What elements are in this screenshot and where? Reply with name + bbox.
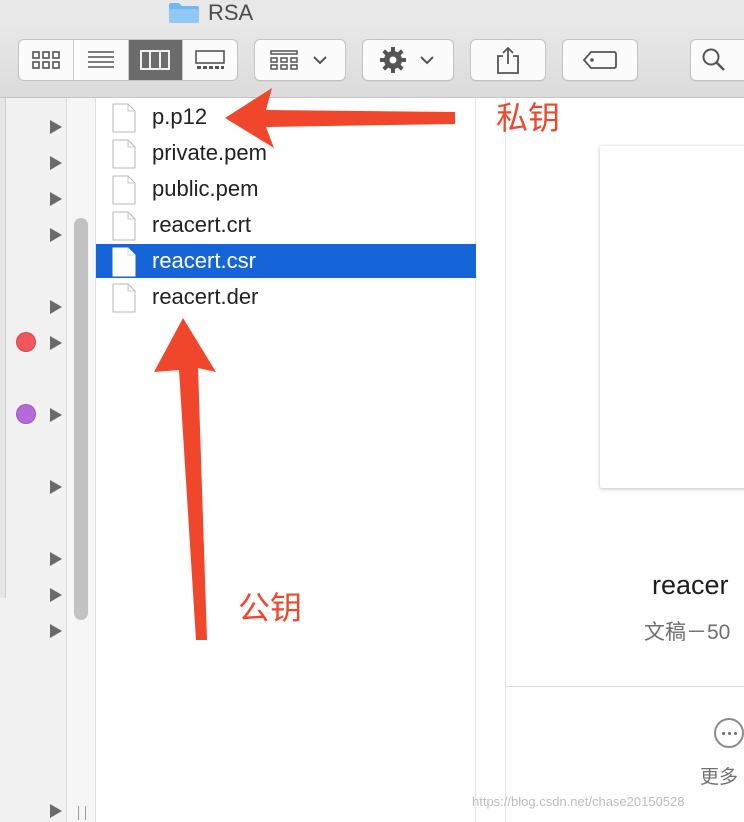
view-mode-segmented-control	[18, 39, 238, 81]
sidebar-tag-item[interactable]	[0, 396, 67, 432]
column-view-button[interactable]	[128, 40, 184, 80]
disclosure-triangle-icon[interactable]	[50, 588, 62, 602]
chevron-down-icon	[313, 56, 327, 65]
file-row[interactable]: reacert.crt	[96, 208, 476, 242]
scrollbar-thumb[interactable]	[74, 218, 88, 620]
disclosure-triangle-icon[interactable]	[50, 804, 62, 818]
icon-view-button[interactable]	[19, 40, 74, 80]
red-tag-dot-icon	[16, 332, 36, 352]
sidebar-item[interactable]	[0, 612, 67, 648]
sidebar-item[interactable]	[0, 144, 67, 180]
disclosure-triangle-icon[interactable]	[50, 480, 62, 494]
column-gap	[476, 98, 506, 822]
chevron-down-icon	[420, 56, 434, 65]
preview-file-kind: 文稿－50	[644, 621, 731, 644]
search-field[interactable]	[690, 39, 744, 81]
file-name: private.pem	[152, 140, 267, 165]
file-name: reacert.csr	[152, 248, 256, 273]
file-row[interactable]: public.pem	[96, 172, 476, 206]
share-icon	[497, 46, 519, 74]
disclosure-triangle-icon[interactable]	[50, 156, 62, 170]
private-key-annotation: 私钥	[496, 99, 561, 137]
search-icon	[702, 48, 725, 71]
gallery-icon	[195, 50, 225, 69]
file-row[interactable]: p.p12	[96, 100, 476, 134]
more-icon[interactable]	[714, 718, 744, 748]
disclosure-triangle-icon[interactable]	[50, 228, 62, 242]
disclosure-triangle-icon[interactable]	[50, 408, 62, 422]
document-icon	[112, 175, 136, 205]
gear-icon	[380, 47, 406, 73]
gallery-view-button[interactable]	[183, 40, 237, 80]
group-grid-icon	[270, 50, 298, 70]
edit-tags-button[interactable]	[562, 39, 638, 81]
sidebar-item[interactable]	[0, 108, 67, 144]
sidebar-scroll-track[interactable]	[67, 98, 96, 822]
document-icon	[112, 283, 136, 313]
sidebar-item[interactable]	[0, 792, 67, 822]
disclosure-triangle-icon[interactable]	[50, 300, 62, 314]
preview-pane: reacer 文稿－50 更多	[506, 98, 744, 822]
column-resize-handle[interactable]	[78, 806, 86, 820]
disclosure-triangle-icon[interactable]	[50, 192, 62, 206]
window-title: RSA	[208, 0, 254, 25]
icon-grid-icon	[32, 51, 60, 69]
file-row[interactable]: private.pem	[96, 136, 476, 170]
disclosure-triangle-icon[interactable]	[50, 624, 62, 638]
sidebar-item[interactable]	[0, 540, 67, 576]
share-button[interactable]	[470, 39, 546, 81]
disclosure-triangle-icon[interactable]	[50, 552, 62, 566]
title-bar: RSA	[0, 0, 744, 28]
action-menu-button[interactable]	[362, 39, 454, 81]
document-thumbnail	[600, 146, 744, 488]
disclosure-triangle-icon[interactable]	[50, 120, 62, 134]
file-name: reacert.crt	[152, 212, 252, 237]
group-by-button[interactable]	[254, 39, 346, 81]
file-row[interactable]: reacert.der	[96, 280, 476, 314]
purple-tag-dot-icon	[16, 404, 36, 424]
divider	[506, 686, 744, 687]
sidebar-item[interactable]	[0, 288, 67, 324]
toolbar	[0, 28, 744, 98]
tag-icon	[582, 51, 617, 69]
sidebar-item[interactable]	[0, 180, 67, 216]
file-row[interactable]: reacert.csr	[96, 244, 476, 278]
file-name: p.p12	[152, 104, 208, 129]
folder-icon	[169, 3, 199, 23]
preview-file-name: reacer	[652, 570, 729, 600]
file-name: reacert.der	[152, 284, 259, 309]
file-name: public.pem	[152, 176, 259, 201]
sidebar-tag-item[interactable]	[0, 324, 67, 360]
document-icon	[112, 211, 136, 241]
disclosure-triangle-icon[interactable]	[50, 336, 62, 350]
more-label[interactable]: 更多	[700, 762, 738, 789]
file-list-column: p.p12 private.pem public.pem reacert.crt rea…	[96, 98, 476, 822]
sidebar-item[interactable]	[0, 576, 67, 612]
watermark: https://blog.csdn.net/chase20150528	[472, 794, 685, 809]
sidebar-item[interactable]	[0, 216, 67, 252]
sidebar-item[interactable]	[0, 468, 67, 504]
document-icon	[112, 247, 136, 277]
columns-icon	[140, 50, 171, 70]
list-icon	[87, 51, 114, 68]
document-icon	[112, 139, 136, 169]
public-key-annotation: 公钥	[238, 589, 303, 627]
list-view-button[interactable]	[74, 40, 129, 80]
document-icon	[112, 103, 136, 133]
